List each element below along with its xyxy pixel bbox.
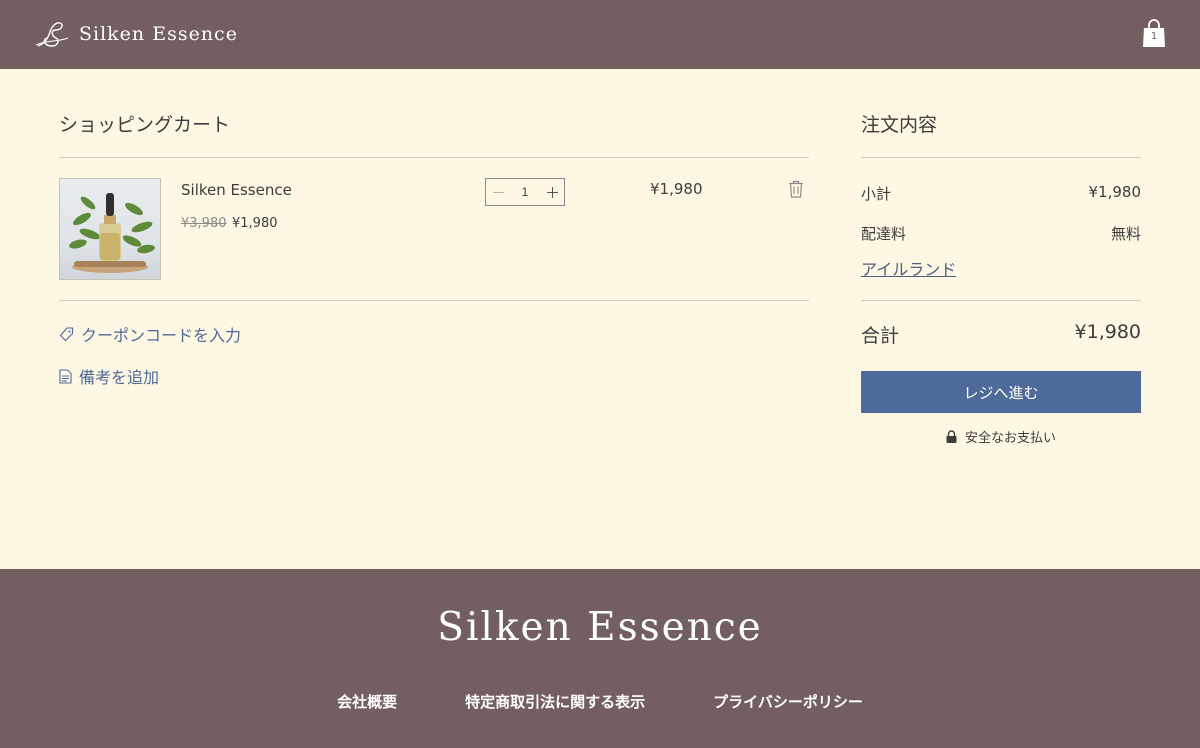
divider (861, 157, 1141, 158)
site-footer: Silken Essence 会社概要 特定商取引法に関する表示 プライバシーポ… (0, 569, 1200, 748)
cart-title: ショッピングカート (59, 114, 231, 136)
sale-price: ¥1,980 (232, 216, 278, 231)
footer-link-legal[interactable]: 特定商取引法に関する表示 (465, 691, 645, 712)
minus-icon (492, 191, 504, 193)
summary-title: 注文内容 (861, 114, 938, 136)
remove-item-button[interactable] (788, 180, 804, 198)
tag-icon (59, 326, 74, 341)
footer-nav: 会社概要 特定商取引法に関する表示 プライバシーポリシー (0, 691, 1200, 712)
checkout-button[interactable]: レジへ進む (861, 371, 1141, 413)
note-icon (59, 368, 72, 384)
cart-button[interactable]: 1 (1141, 18, 1167, 50)
subtotal-value: ¥1,980 (1088, 183, 1142, 201)
decrease-quantity-button[interactable] (486, 179, 510, 205)
coupon-link[interactable]: クーポンコードを入力 (59, 322, 241, 346)
total-value: ¥1,980 (1074, 321, 1141, 343)
trash-icon (789, 180, 803, 198)
plus-icon (546, 186, 558, 198)
serum-bottle-icon (69, 193, 155, 273)
footer-brand: Silken Essence (437, 605, 763, 650)
lock-icon (946, 430, 957, 443)
line-total: ¥1,980 (650, 180, 703, 198)
shipping-region-link[interactable]: アイルランド (861, 256, 956, 280)
brand-name: Silken Essence (79, 23, 238, 45)
increase-quantity-button[interactable] (540, 179, 564, 205)
coupon-link-label: クーポンコードを入力 (81, 326, 242, 345)
cart-count-badge: 1 (1150, 31, 1158, 42)
product-image[interactable] (59, 178, 161, 280)
divider (59, 157, 809, 158)
secure-payment-label: 安全なお支払い (964, 431, 1056, 446)
subtotal-label: 小計 (861, 185, 892, 203)
quantity-stepper (485, 178, 565, 206)
add-note-link[interactable]: 備考を追加 (59, 364, 159, 388)
original-price: ¥3,980 (181, 216, 227, 231)
site-header: Silken Essence 1 (0, 0, 1200, 69)
secure-payment-note: 安全なお支払い (861, 427, 1141, 446)
footer-link-company[interactable]: 会社概要 (337, 691, 397, 712)
shipping-value: 無料 (1110, 225, 1141, 243)
product-name[interactable]: Silken Essence (181, 181, 292, 199)
divider (59, 300, 809, 301)
brand-logo[interactable]: Silken Essence (34, 18, 238, 50)
quantity-input[interactable] (510, 185, 540, 199)
add-note-label: 備考を追加 (79, 368, 160, 387)
footer-link-privacy[interactable]: プライバシーポリシー (713, 691, 863, 712)
total-label: 合計 (861, 325, 900, 347)
shipping-label: 配達料 (861, 225, 907, 243)
logo-monogram-icon (35, 22, 69, 47)
divider (861, 300, 1141, 301)
